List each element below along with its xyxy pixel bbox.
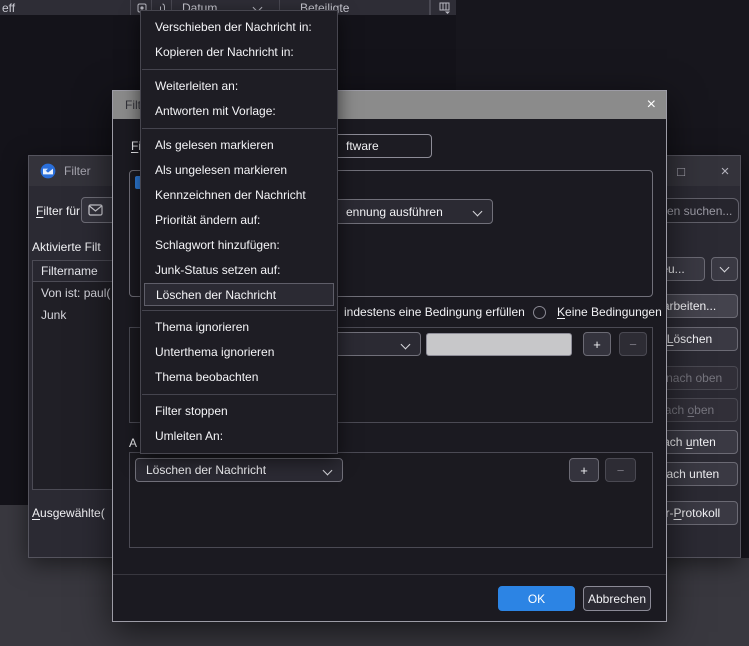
filter-window-close-button[interactable]: × xyxy=(716,156,734,186)
menu-separator xyxy=(142,69,336,70)
menu-item[interactable]: Verschieben der Nachricht in: xyxy=(141,15,337,40)
active-filters-label: Aktivierte Filt xyxy=(32,240,101,254)
screen: eff Datum Beteiligte Filter □ × Filter f… xyxy=(0,0,749,646)
column-subject[interactable]: eff xyxy=(0,0,131,15)
match-none-radio-label[interactable]: Keine Bedingungen xyxy=(557,305,662,319)
subject-column-label: eff xyxy=(2,1,15,15)
menu-item[interactable]: Als gelesen markieren xyxy=(141,133,337,158)
chevron-down-icon xyxy=(720,263,730,273)
menu-separator xyxy=(142,394,336,395)
footer-divider xyxy=(113,574,666,575)
add-action-button[interactable]: + xyxy=(569,458,599,482)
thunderbird-icon xyxy=(40,163,56,179)
menu-item[interactable]: Thema ignorieren xyxy=(141,315,337,340)
column-picker-icon xyxy=(439,2,451,14)
menu-item[interactable]: Unterthema ignorieren xyxy=(141,340,337,365)
mail-account-icon xyxy=(88,204,103,216)
remove-action-button: − xyxy=(605,458,636,482)
menu-item[interactable]: Als ungelesen markieren xyxy=(141,158,337,183)
menu-item[interactable]: Weiterleiten an: xyxy=(141,74,337,99)
match-none-radio[interactable] xyxy=(533,306,546,319)
actions-panel: Löschen der Nachricht + − xyxy=(129,452,653,548)
menu-separator xyxy=(142,310,336,311)
menu-item[interactable]: Kopieren der Nachricht in: xyxy=(141,40,337,65)
menu-item[interactable]: Umleiten An: xyxy=(141,424,337,449)
menu-separator xyxy=(142,128,336,129)
maximize-button[interactable]: □ xyxy=(672,156,690,186)
chevron-down-icon xyxy=(401,340,411,350)
menu-item[interactable]: Filter stoppen xyxy=(141,399,337,424)
filter-for-label: Filter für: xyxy=(36,204,83,218)
condition-value-input[interactable] xyxy=(426,333,572,356)
dialog-close-button[interactable]: × xyxy=(647,91,656,119)
chevron-down-icon xyxy=(323,466,333,476)
filter-window-title: Filter xyxy=(64,164,91,178)
ok-button[interactable]: OK xyxy=(498,586,575,611)
menu-item[interactable]: Thema beobachten xyxy=(141,365,337,390)
filter-action-menu: Verschieben der Nachricht in: Kopieren d… xyxy=(140,10,338,454)
actions-label: A xyxy=(129,436,137,450)
add-condition-button[interactable]: + xyxy=(583,332,611,356)
menu-item[interactable]: Priorität ändern auf: xyxy=(141,208,337,233)
chevron-down-icon xyxy=(473,207,483,217)
selected-filters-label: Ausgewählte( xyxy=(32,506,105,520)
menu-item[interactable]: Antworten mit Vorlage: xyxy=(141,99,337,124)
column-picker-button[interactable] xyxy=(430,0,456,15)
action-dropdown[interactable]: Löschen der Nachricht xyxy=(135,458,343,482)
menu-item[interactable]: Junk-Status setzen auf: xyxy=(141,258,337,283)
menu-item-highlighted[interactable]: Löschen der Nachricht xyxy=(144,283,334,306)
dialog-title: Filt xyxy=(125,98,141,112)
remove-condition-button: − xyxy=(619,332,647,356)
match-any-radio-label[interactable]: indestens eine Bedingung erfüllen xyxy=(344,305,525,319)
menu-item[interactable]: Kennzeichnen der Nachricht xyxy=(141,183,337,208)
filter-search-placeholder: en suchen... xyxy=(667,204,732,218)
new-filter-dropdown-button[interactable] xyxy=(711,257,738,281)
cancel-button[interactable]: Abbrechen xyxy=(583,586,651,611)
menu-item[interactable]: Schlagwort hinzufügen: xyxy=(141,233,337,258)
